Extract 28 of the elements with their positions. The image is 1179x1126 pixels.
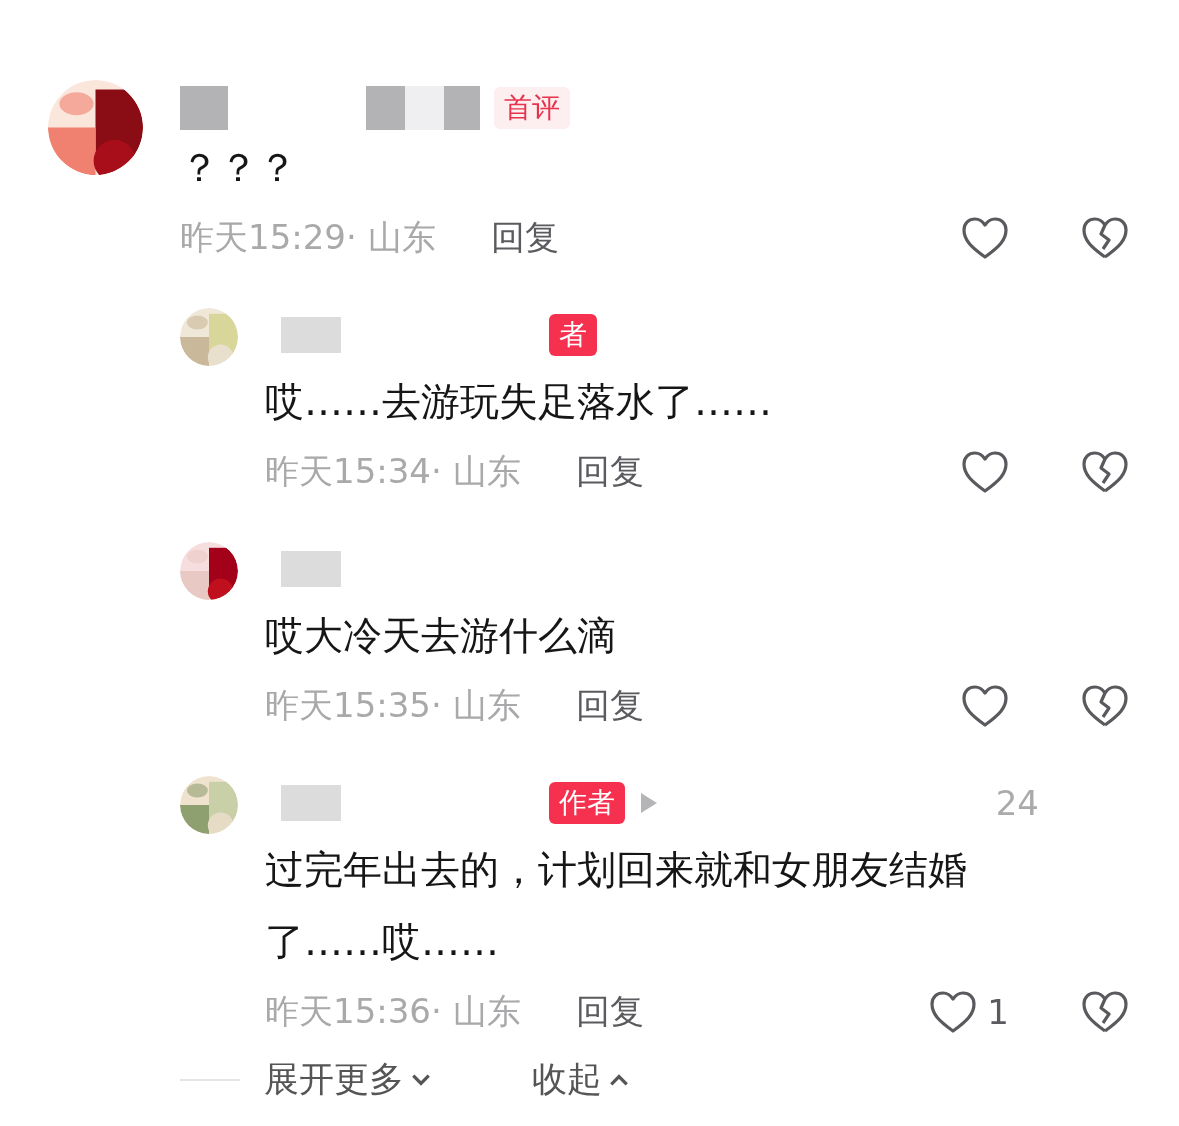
timestamp: 昨天15:34· 山东 <box>265 450 521 493</box>
comment-text: ？？？ <box>180 144 298 192</box>
date-text: 24 <box>995 783 1039 823</box>
reply-button[interactable]: 回复 <box>575 989 644 1035</box>
timestamp: 昨天15:29· 山东 <box>180 216 436 259</box>
comment-text: 哎大冷天去游什么滴 <box>265 612 617 660</box>
comment-text: 哎……去游玩失足落水了…… <box>265 378 773 426</box>
heart-icon[interactable] <box>961 216 1009 260</box>
heart-icon[interactable] <box>961 684 1009 728</box>
badge: 首评 <box>494 87 570 129</box>
badge: 作者 <box>549 782 625 824</box>
chevron-down-icon <box>410 1071 432 1088</box>
reply-button[interactable]: 回复 <box>575 683 644 729</box>
broken-heart-icon[interactable] <box>1081 450 1129 494</box>
reply-button[interactable]: 回复 <box>490 215 559 261</box>
timestamp: 昨天15:35· 山东 <box>265 684 521 727</box>
comment-text: 过完年出去的，计划回来就和女朋友结婚了……哎…… <box>265 846 968 966</box>
heart-icon[interactable] <box>929 990 978 1034</box>
expand-more-button[interactable]: 展开更多 <box>264 1056 432 1103</box>
like-count: 1 <box>987 992 1009 1032</box>
broken-heart-icon[interactable] <box>1081 684 1129 728</box>
timestamp: 昨天15:36· 山东 <box>265 990 521 1033</box>
reply-button[interactable]: 回复 <box>575 449 644 495</box>
badge: 者 <box>549 314 597 356</box>
heart-icon[interactable] <box>961 450 1009 494</box>
broken-heart-icon[interactable] <box>1081 990 1129 1034</box>
collapse-button[interactable]: 收起 <box>532 1056 630 1103</box>
broken-heart-icon[interactable] <box>1081 216 1129 260</box>
